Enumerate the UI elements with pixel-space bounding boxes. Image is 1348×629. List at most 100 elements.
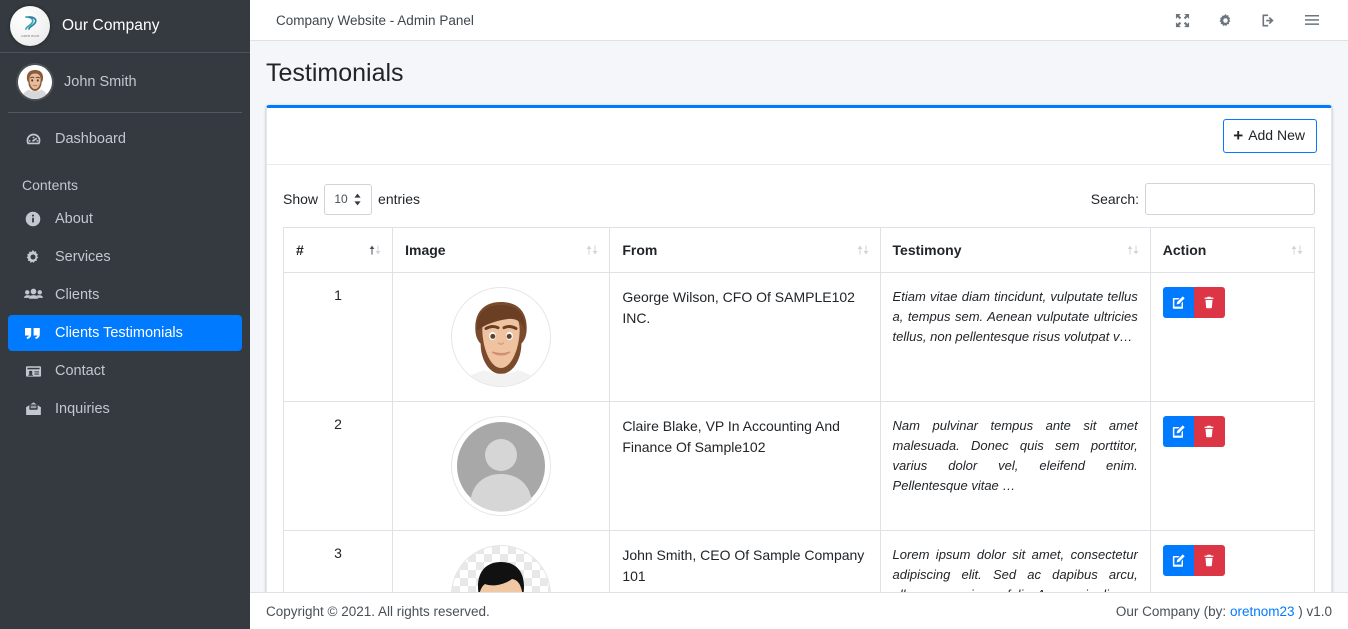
- page-length-select[interactable]: 10: [324, 184, 372, 215]
- cell-action: [1150, 273, 1314, 402]
- main-area: Company Website - Admin Panel: [250, 0, 1348, 629]
- sidebar-section-header: Contents: [8, 167, 242, 201]
- column-label: From: [622, 242, 657, 258]
- sidebar-item-label: About: [55, 211, 93, 227]
- company-logo-icon: LOREM IPSUM: [10, 6, 50, 46]
- plus-icon: +: [1233, 127, 1243, 144]
- sidebar-nav: Dashboard Contents About: [0, 113, 250, 429]
- column-label: Image: [405, 242, 445, 258]
- sidebar-item-label: Dashboard: [55, 131, 126, 147]
- table-head: # Image: [284, 228, 1315, 273]
- column-label: #: [296, 242, 304, 258]
- datatable-controls: Show 10 entries: [283, 177, 1315, 227]
- sort-icon: [368, 244, 382, 256]
- card-header: + Add New: [267, 108, 1331, 165]
- edit-button[interactable]: [1163, 287, 1194, 318]
- user-panel[interactable]: John Smith: [8, 53, 242, 113]
- action-button-group: [1163, 545, 1225, 576]
- action-button-group: [1163, 416, 1225, 447]
- id-card-icon: [22, 363, 44, 379]
- sidebar-item-about[interactable]: About: [8, 201, 242, 237]
- column-label: Action: [1163, 242, 1207, 258]
- table-row: 1: [284, 273, 1315, 402]
- brand-link[interactable]: LOREM IPSUM Our Company: [0, 0, 250, 53]
- sidebar-item-label: Clients: [55, 287, 99, 303]
- avatar: [18, 65, 52, 99]
- hamburger-menu-icon[interactable]: [1304, 13, 1320, 27]
- column-header-testimony[interactable]: Testimony: [880, 228, 1150, 273]
- sidebar-item-label: Clients Testimonials: [55, 325, 183, 341]
- gear-icon: [22, 249, 44, 265]
- delete-button[interactable]: [1194, 545, 1225, 576]
- quote-left-icon: [22, 325, 44, 341]
- testimonials-card: + Add New Show 10: [266, 105, 1332, 629]
- length-control: Show 10 entries: [283, 184, 420, 215]
- chevron-updown-icon: [353, 193, 362, 206]
- action-button-group: [1163, 287, 1225, 318]
- sidebar-item-inquiries[interactable]: Inquiries: [8, 391, 242, 427]
- delete-button[interactable]: [1194, 287, 1225, 318]
- cell-action: [1150, 402, 1314, 531]
- page-title: Testimonials: [250, 41, 1348, 88]
- column-header-image[interactable]: Image: [393, 228, 610, 273]
- sort-icon: [856, 244, 870, 256]
- edit-button[interactable]: [1163, 416, 1194, 447]
- table-row: 2: [284, 402, 1315, 531]
- sidebar: LOREM IPSUM Our Company John S: [0, 0, 250, 629]
- svg-text:LOREM IPSUM: LOREM IPSUM: [21, 34, 39, 38]
- testimony-text: Etiam vitae diam tincidunt, vulputate te…: [893, 287, 1138, 347]
- footer-brand: Our Company (by: oretnom23 ) v1.0: [1116, 604, 1332, 619]
- avatar-placeholder-silhouette-icon: [451, 416, 551, 516]
- sort-icon: [1126, 244, 1140, 256]
- cell-number: 2: [284, 402, 393, 531]
- sidebar-item-label: Contact: [55, 363, 105, 379]
- show-label: Show: [283, 191, 318, 207]
- entries-label: entries: [378, 191, 420, 207]
- dashboard-icon: [22, 131, 44, 148]
- add-new-label: Add New: [1248, 128, 1305, 143]
- footer-copyright: Copyright © 2021. All rights reserved.: [266, 604, 490, 619]
- column-header-from[interactable]: From: [610, 228, 880, 273]
- content-area: Testimonials + Add New Show 10: [250, 41, 1348, 629]
- footer-brand-suffix: ) v1.0: [1294, 604, 1332, 619]
- footer: Copyright © 2021. All rights reserved. O…: [250, 592, 1348, 629]
- topbar-title: Company Website - Admin Panel: [276, 13, 474, 28]
- footer-author-link[interactable]: oretnom23: [1230, 604, 1295, 619]
- topbar-actions: [1175, 13, 1334, 28]
- sort-icon: [1290, 244, 1304, 256]
- envelope-open-icon: [22, 401, 44, 417]
- table-header-row: # Image: [284, 228, 1315, 273]
- user-name: John Smith: [64, 74, 137, 90]
- edit-button[interactable]: [1163, 545, 1194, 576]
- sidebar-item-clients[interactable]: Clients: [8, 277, 242, 313]
- cell-testimony: Nam pulvinar tempus ante sit amet malesu…: [880, 402, 1150, 531]
- cell-image: [393, 402, 610, 531]
- page-length-value: 10: [334, 192, 347, 206]
- column-header-number[interactable]: #: [284, 228, 393, 273]
- column-label: Testimony: [893, 242, 962, 258]
- search-label: Search:: [1091, 191, 1139, 207]
- sidebar-item-clients-testimonials[interactable]: Clients Testimonials: [8, 315, 242, 351]
- users-icon: [22, 287, 44, 303]
- admin-panel-app: LOREM IPSUM Our Company John S: [0, 0, 1348, 629]
- testimonials-table: # Image: [283, 227, 1315, 629]
- brand-title: Our Company: [62, 17, 160, 35]
- expand-arrows-icon[interactable]: [1175, 13, 1190, 28]
- sidebar-item-label: Inquiries: [55, 401, 110, 417]
- sign-out-icon[interactable]: [1261, 13, 1276, 28]
- cell-from: George Wilson, CFO Of SAMPLE102 INC.: [610, 273, 880, 402]
- add-new-button[interactable]: + Add New: [1223, 119, 1317, 153]
- sort-icon: [585, 244, 599, 256]
- sidebar-item-label: Services: [55, 249, 111, 265]
- cell-testimony: Etiam vitae diam tincidunt, vulputate te…: [880, 273, 1150, 402]
- topbar: Company Website - Admin Panel: [250, 0, 1348, 41]
- info-circle-icon: [22, 211, 44, 227]
- search-input[interactable]: [1145, 183, 1315, 215]
- sidebar-item-contact[interactable]: Contact: [8, 353, 242, 389]
- sidebar-item-dashboard[interactable]: Dashboard: [8, 121, 242, 157]
- card-body: Show 10 entries: [267, 165, 1331, 629]
- delete-button[interactable]: [1194, 416, 1225, 447]
- gear-icon[interactable]: [1218, 13, 1233, 28]
- sidebar-item-services[interactable]: Services: [8, 239, 242, 275]
- column-header-action[interactable]: Action: [1150, 228, 1314, 273]
